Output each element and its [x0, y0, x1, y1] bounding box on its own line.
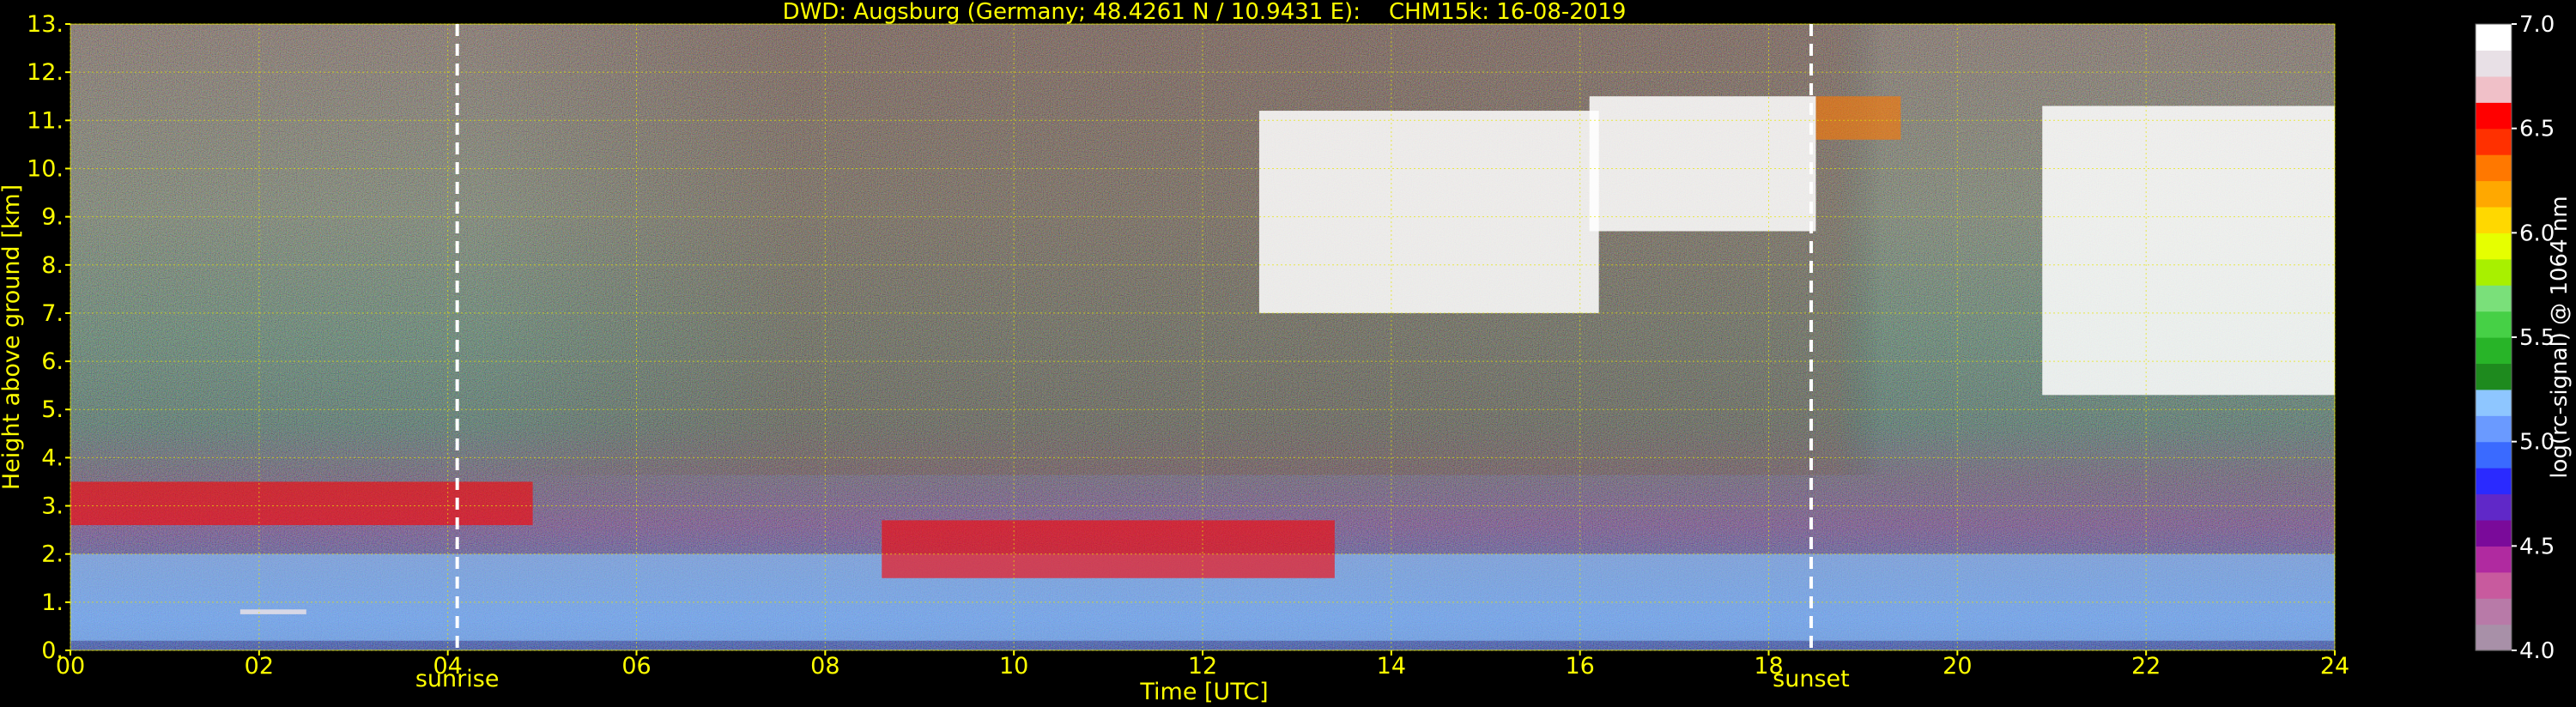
feature-cirrus-4: [2042, 106, 2335, 396]
y-tick-label: 6.: [41, 348, 64, 375]
x-tick-label: 06: [621, 653, 651, 680]
feature-convective-cloud-tops: [882, 520, 1335, 578]
colorbar-tick-label: 7.0: [2519, 12, 2555, 38]
colorbar-swatch: [2476, 546, 2512, 573]
colorbar-tick-label: 6.5: [2519, 117, 2555, 142]
colorbar-swatch: [2476, 468, 2512, 495]
colorbar-swatch: [2476, 624, 2512, 651]
y-tick-label: 2.: [41, 541, 64, 568]
y-tick-label: 13.: [27, 11, 64, 38]
y-tick-label: 11.: [27, 107, 64, 134]
colorbar-swatch: [2476, 311, 2512, 338]
feature-low-cloud: [239, 609, 306, 614]
colorbar-swatch: [2476, 363, 2512, 390]
colorbar-swatch: [2476, 24, 2512, 51]
colorbar-swatch: [2476, 233, 2512, 260]
feature-cirrus-1: [1258, 111, 1599, 313]
y-tick-label: 12.: [27, 59, 64, 86]
colorbar-swatch: [2476, 389, 2512, 416]
colorbar-swatch: [2476, 102, 2512, 130]
y-tick-label: 0.: [41, 638, 64, 664]
y-tick-label: 1.: [41, 589, 64, 616]
colorbar-swatch: [2476, 285, 2512, 312]
x-tick-label: 04: [433, 653, 462, 680]
colorbar-swatch: [2476, 128, 2512, 155]
y-tick-label: 4.: [41, 444, 64, 471]
y-tick-label: 3.: [41, 493, 64, 520]
x-tick-label: 18: [1754, 653, 1783, 680]
x-tick-label: 20: [1943, 653, 1972, 680]
x-tick-label: 02: [245, 653, 274, 680]
x-tick-label: 24: [2320, 653, 2349, 680]
y-tick-label: 7.: [41, 300, 64, 327]
colorbar-swatch: [2476, 519, 2512, 547]
y-axis-ticks: 0. 1. 2. 3. 4. 5. 6. 7. 8. 9. 10. 11. 12. 13.: [27, 11, 70, 664]
x-tick-label: 16: [1565, 653, 1594, 680]
x-tick-label: 12: [1188, 653, 1217, 680]
colorbar-swatch: [2476, 441, 2512, 468]
sunset-label: sunset: [1773, 666, 1850, 692]
x-axis-label: Time [UTC]: [1139, 679, 1268, 705]
y-axis-label: Height above ground [km]: [0, 184, 25, 490]
colorbar-swatch: [2476, 571, 2512, 599]
colorbar-tick-label: 4.5: [2519, 534, 2555, 559]
x-tick-label: 22: [2131, 653, 2161, 680]
colorbar-swatch: [2476, 76, 2512, 103]
feature-residual-layer-top: [70, 481, 533, 525]
x-tick-label: 14: [1377, 653, 1406, 680]
colorbar-swatch: [2476, 493, 2512, 521]
x-axis-ticks: 00 02 04 06 08 10 12 14 16 18 20 22 24: [56, 650, 2349, 680]
colorbar-swatch: [2476, 206, 2512, 233]
feature-cirrus-2: [1589, 96, 1816, 232]
x-tick-label: 10: [999, 653, 1028, 680]
ceilometer-chart: sunrise sunset 00 02 04 06 08 10 12 14 16 18 20 22 24…: [0, 0, 2573, 705]
y-tick-label: 5.: [41, 396, 64, 423]
chart-title: DWD: Augsburg (Germany; 48.4261 N / 10.9…: [783, 0, 1627, 25]
feature-cirrus-3: [1815, 96, 1901, 140]
colorbar-swatch: [2476, 337, 2512, 365]
colorbar-swatch: [2476, 180, 2512, 208]
x-tick-label: 08: [810, 653, 839, 680]
colorbar-tick-label: 4.0: [2519, 638, 2555, 664]
colorbar-swatch: [2476, 50, 2512, 77]
y-tick-label: 8.: [41, 252, 64, 279]
colorbar-label: log(rc-signal) @ 1064 nm: [2547, 196, 2573, 478]
y-tick-label: 10.: [27, 155, 64, 182]
y-tick-label: 9.: [41, 204, 64, 231]
colorbar-swatch: [2476, 415, 2512, 443]
colorbar: 4.04.55.05.56.06.57.0: [2475, 12, 2555, 664]
colorbar-swatch: [2476, 598, 2512, 625]
colorbar-swatch: [2476, 154, 2512, 182]
colorbar-swatch: [2476, 258, 2512, 286]
